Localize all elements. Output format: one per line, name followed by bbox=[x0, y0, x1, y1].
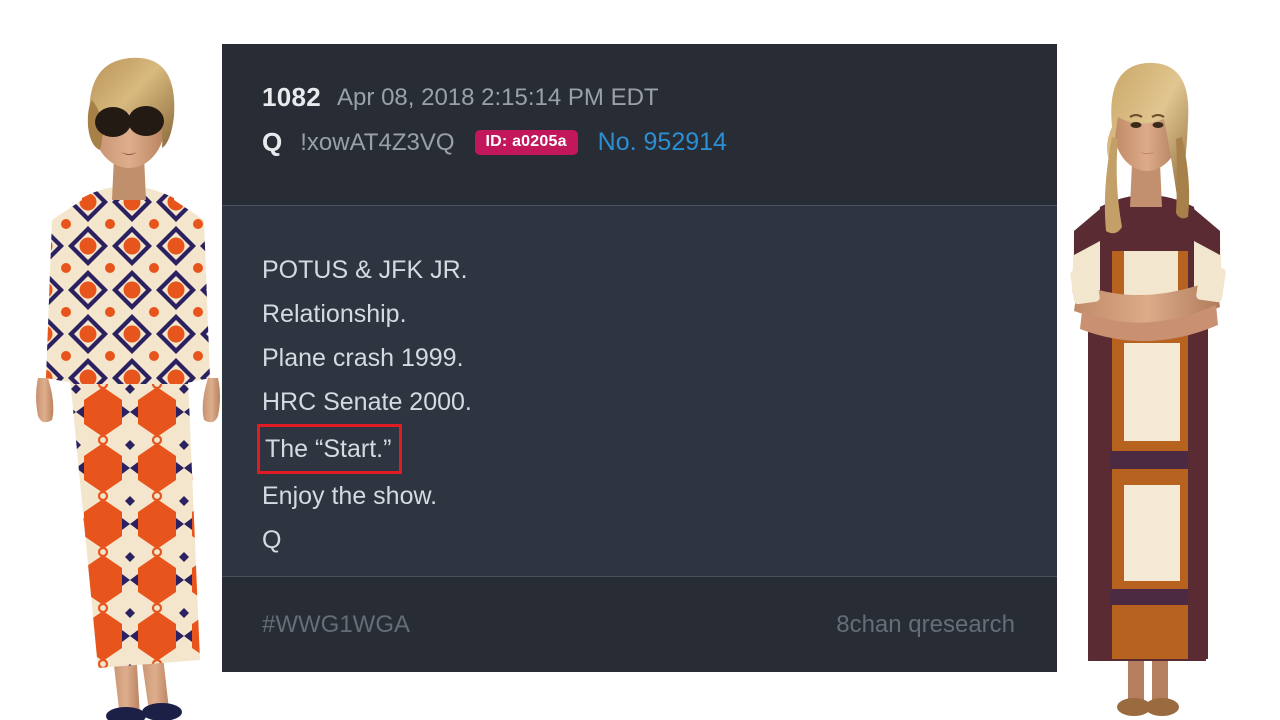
footer-source: 8chan qresearch bbox=[836, 610, 1015, 638]
post-body-line: Enjoy the show. bbox=[262, 482, 438, 510]
post-body-line: POTUS & JFK JR. bbox=[262, 256, 468, 284]
post-header-line-1: 1082 Apr 08, 2018 2:15:14 PM EDT bbox=[262, 82, 1057, 113]
q-author-label: Q bbox=[262, 127, 283, 157]
right-figure-illustration bbox=[1070, 62, 1226, 716]
right-figure-photo bbox=[1052, 55, 1242, 720]
id-badge: ID: a0205a bbox=[474, 130, 578, 155]
post-body-line: Q bbox=[262, 526, 282, 554]
post-footer: #WWG1WGA 8chan qresearch bbox=[222, 577, 1057, 672]
post-header-line-2: Q !xowAT4Z3VQ ID: a0205a No. 952914 bbox=[262, 127, 1057, 158]
post-body-line: Plane crash 1999. bbox=[262, 344, 464, 372]
stage: 1082 Apr 08, 2018 2:15:14 PM EDT Q !xowA… bbox=[0, 0, 1280, 720]
left-figure-photo bbox=[22, 48, 232, 720]
post-body: POTUS & JFK JR. Relationship. Plane cras… bbox=[222, 206, 1057, 576]
q-post-card: 1082 Apr 08, 2018 2:15:14 PM EDT Q !xowA… bbox=[222, 44, 1057, 672]
post-body-line-highlighted: The “Start.” bbox=[257, 424, 403, 474]
post-header: 1082 Apr 08, 2018 2:15:14 PM EDT Q !xowA… bbox=[222, 44, 1057, 205]
post-number: 1082 bbox=[262, 82, 322, 112]
post-body-line: Relationship. bbox=[262, 300, 407, 328]
post-body-line: HRC Senate 2000. bbox=[262, 388, 472, 416]
post-timestamp: Apr 08, 2018 2:15:14 PM EDT bbox=[337, 83, 659, 111]
post-no-link[interactable]: No. 952914 bbox=[598, 128, 727, 157]
left-figure-illustration bbox=[36, 57, 220, 720]
tripcode: !xowAT4Z3VQ bbox=[300, 128, 455, 156]
footer-hashtag: #WWG1WGA bbox=[262, 610, 410, 638]
